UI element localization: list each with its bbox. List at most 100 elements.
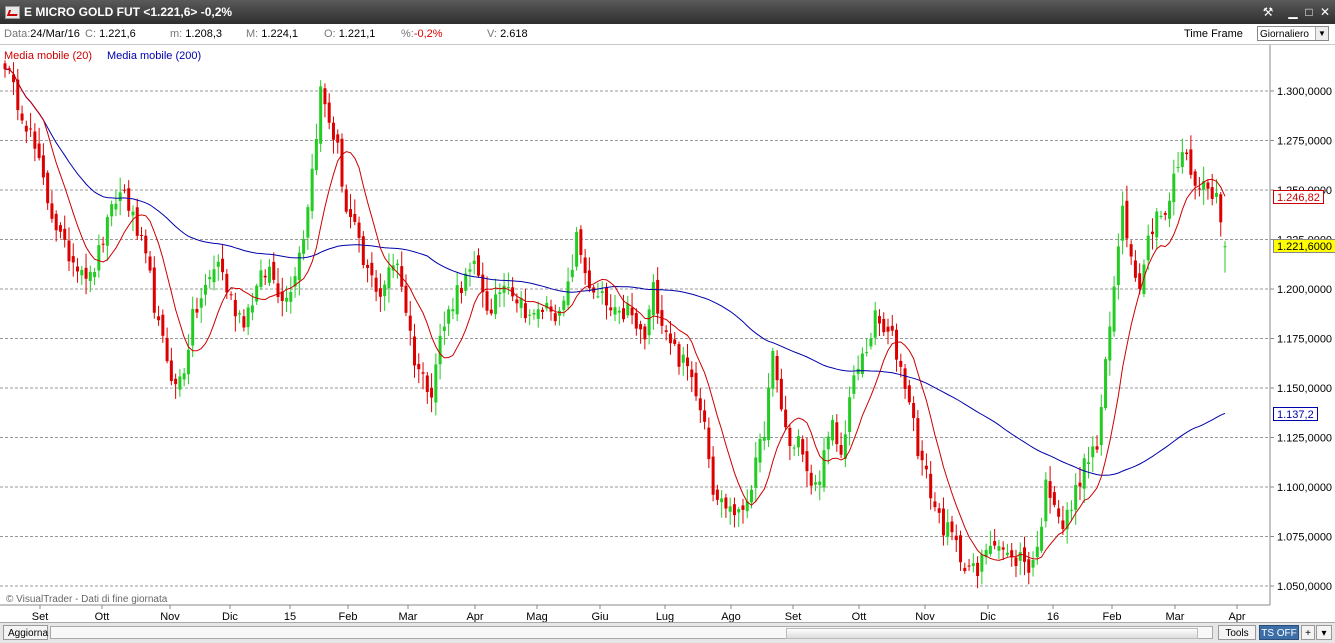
tools-icon[interactable]: ⚒ (1260, 4, 1276, 20)
timeframe-select[interactable]: Giornaliero ▼ (1257, 26, 1329, 41)
tools-button[interactable]: Tools (1218, 625, 1256, 640)
candle-up (208, 277, 212, 280)
candle-down (67, 240, 71, 262)
candle-up (988, 545, 992, 554)
candle-down (941, 508, 945, 536)
candle-down (33, 131, 37, 149)
candle-down (327, 102, 331, 123)
candle-down (886, 326, 890, 332)
candle-down (899, 360, 903, 367)
candle-up (754, 457, 758, 488)
candle-down (707, 427, 711, 460)
candle-up (494, 294, 498, 315)
candle-up (255, 285, 259, 302)
candle-down (370, 262, 374, 276)
candle-down (1219, 194, 1223, 223)
candle-down (634, 313, 638, 329)
candle-up (971, 563, 975, 567)
refresh-button[interactable]: Aggiorna (3, 625, 48, 640)
candle-up (869, 338, 873, 347)
price-chart[interactable]: 1.300,00001.275,00001.250,00001.225,0000… (0, 45, 1335, 622)
candle-down (374, 277, 378, 292)
time-scrollbar[interactable] (50, 626, 1213, 639)
add-button[interactable]: + (1301, 625, 1315, 640)
candle-up (1104, 359, 1108, 409)
candle-down (489, 309, 493, 314)
candle-down (515, 299, 519, 304)
candle-down (29, 128, 33, 130)
candle-down (1095, 446, 1099, 450)
candle-up (1214, 192, 1218, 197)
candle-up (750, 489, 754, 503)
candle-down (24, 125, 28, 132)
low-readout: m: 1.208,3 (170, 28, 222, 40)
candle-down (1014, 557, 1018, 567)
candle-up (203, 284, 207, 295)
maximize-icon[interactable]: □ (1301, 4, 1317, 20)
x-tick-label: Feb (339, 611, 358, 622)
candle-up (434, 364, 438, 403)
candle-up (822, 450, 826, 488)
candle-down (161, 314, 165, 336)
candle-down (233, 300, 237, 317)
candle-down (1193, 171, 1197, 186)
x-tick-label: Mag (526, 611, 547, 622)
candle-up (792, 447, 796, 449)
candle-up (848, 397, 852, 432)
candle-down (135, 207, 139, 236)
last-price-tag: 1.221,6000 (1273, 239, 1335, 253)
candle-down (540, 309, 544, 312)
candle-down (643, 326, 647, 340)
y-tick-label: 1.125,0000 (1277, 433, 1332, 445)
candle-down (1189, 149, 1193, 175)
candle-up (80, 269, 84, 276)
ts-toggle-button[interactable]: TS OFF (1259, 625, 1299, 640)
menu-button[interactable]: ▾ (1316, 625, 1332, 640)
volume-readout: V: 2.618 (487, 28, 528, 40)
candle-down (775, 356, 779, 381)
candle-down (1197, 188, 1201, 190)
candle-up (532, 313, 536, 315)
x-tick-label: Set (32, 611, 49, 622)
candle-down (1210, 187, 1214, 199)
candle-down (144, 235, 148, 254)
candle-up (1121, 205, 1125, 241)
candle-up (297, 252, 301, 281)
candle-up (186, 349, 190, 375)
candle-down (732, 504, 736, 516)
candle-up (873, 310, 877, 338)
x-tick-label: Mar (399, 611, 418, 622)
candle-up (818, 481, 822, 486)
candle-down (664, 330, 668, 333)
candle-down (361, 236, 365, 266)
candle-down (122, 189, 126, 191)
candle-down (1163, 212, 1167, 215)
candle-up (613, 307, 617, 315)
x-tick-label: Ott (95, 611, 110, 622)
candle-down (152, 267, 156, 313)
window-title: E MICRO GOLD FUT <1.221,6> -0,2% (24, 5, 233, 19)
candle-up (118, 192, 122, 202)
minimize-icon[interactable]: ▁ (1285, 4, 1301, 20)
close-icon[interactable]: ✕ (1317, 4, 1333, 20)
candle-up (1091, 446, 1095, 458)
candle-up (1223, 246, 1227, 248)
candle-up (762, 436, 766, 441)
y-tick-label: 1.050,0000 (1277, 581, 1332, 593)
x-tick-label: Feb (1103, 611, 1122, 622)
candle-down (630, 307, 634, 316)
candle-down (553, 313, 557, 322)
candle-down (933, 501, 937, 508)
x-tick-label: Dic (980, 611, 996, 622)
candle-up (246, 307, 250, 328)
candle-down (579, 229, 583, 255)
candle-down (344, 189, 348, 212)
candle-up (199, 298, 203, 308)
scrollbar-thumb[interactable] (786, 628, 1198, 639)
x-tick-label: Nov (915, 611, 935, 622)
candle-up (1086, 462, 1090, 464)
candle-up (1031, 560, 1035, 568)
candle-down (1027, 559, 1031, 573)
candle-down (378, 288, 382, 297)
candle-up (285, 297, 289, 302)
